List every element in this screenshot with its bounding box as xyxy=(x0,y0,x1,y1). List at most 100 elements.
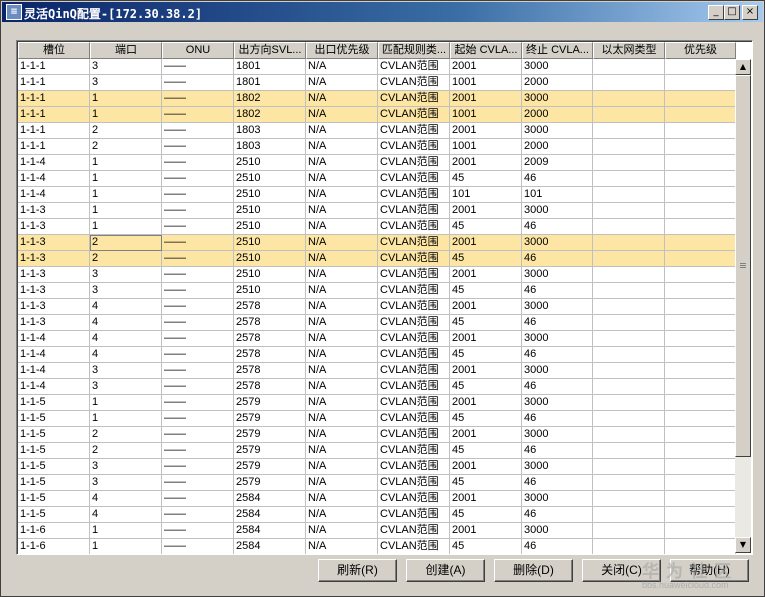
table-cell[interactable]: —— xyxy=(162,251,234,267)
table-cell[interactable]: 1-1-5 xyxy=(18,427,90,443)
table-cell[interactable] xyxy=(665,75,736,91)
table-cell[interactable]: 46 xyxy=(522,507,593,523)
table-cell[interactable]: 1-1-5 xyxy=(18,395,90,411)
table-row[interactable]: 1-1-5 1 —— 2579 N/A CVLAN范围 45 46 xyxy=(18,411,736,427)
table-cell[interactable]: 2510 xyxy=(234,171,306,187)
scroll-up-button[interactable]: ▲ xyxy=(735,59,751,75)
table-cell[interactable] xyxy=(593,283,665,299)
table-cell[interactable]: 4 xyxy=(90,347,162,363)
table-cell[interactable]: 2000 xyxy=(522,75,593,91)
table-cell[interactable] xyxy=(593,459,665,475)
table-cell[interactable]: —— xyxy=(162,123,234,139)
table-cell[interactable]: 3000 xyxy=(522,203,593,219)
table-cell[interactable]: 46 xyxy=(522,283,593,299)
table-cell[interactable]: CVLAN范围 xyxy=(378,59,450,75)
column-header[interactable]: 起始 CVLA... xyxy=(450,42,522,59)
table-cell[interactable]: N/A xyxy=(306,235,378,251)
table-cell[interactable]: 46 xyxy=(522,539,593,554)
table-cell[interactable]: N/A xyxy=(306,203,378,219)
table-cell[interactable]: 4 xyxy=(90,491,162,507)
column-header[interactable]: ONU xyxy=(162,42,234,59)
table-cell[interactable]: 1-1-1 xyxy=(18,139,90,155)
table-cell[interactable]: 3000 xyxy=(522,331,593,347)
table-row[interactable]: 1-1-5 3 —— 2579 N/A CVLAN范围 45 46 xyxy=(18,475,736,491)
table-cell[interactable]: —— xyxy=(162,203,234,219)
table-row[interactable]: 1-1-1 2 —— 1803 N/A CVLAN范围 1001 2000 xyxy=(18,139,736,155)
table-cell[interactable]: 2584 xyxy=(234,491,306,507)
table-cell[interactable]: —— xyxy=(162,155,234,171)
table-cell[interactable]: 46 xyxy=(522,347,593,363)
table-row[interactable]: 1-1-1 3 —— 1801 N/A CVLAN范围 1001 2000 xyxy=(18,75,736,91)
title-bar[interactable]: ≡ 灵活QinQ配置-[172.30.38.2] _ □ × xyxy=(2,2,763,22)
table-cell[interactable]: 3000 xyxy=(522,59,593,75)
table-cell[interactable] xyxy=(665,107,736,123)
table-cell[interactable]: —— xyxy=(162,395,234,411)
table-cell[interactable] xyxy=(593,219,665,235)
delete-button[interactable]: 删除(D) xyxy=(494,559,573,582)
table-cell[interactable]: CVLAN范围 xyxy=(378,299,450,315)
table-cell[interactable]: CVLAN范围 xyxy=(378,443,450,459)
table-cell[interactable]: 3 xyxy=(90,475,162,491)
table-row[interactable]: 1-1-4 1 —— 2510 N/A CVLAN范围 45 46 xyxy=(18,171,736,187)
table-cell[interactable]: 2001 xyxy=(450,155,522,171)
table-row[interactable]: 1-1-3 3 —— 2510 N/A CVLAN范围 45 46 xyxy=(18,283,736,299)
table-cell[interactable]: 2579 xyxy=(234,395,306,411)
table-cell[interactable]: CVLAN范围 xyxy=(378,523,450,539)
table-cell[interactable]: 3000 xyxy=(522,523,593,539)
table-cell[interactable] xyxy=(665,523,736,539)
table-cell[interactable]: 2001 xyxy=(450,299,522,315)
table-cell[interactable]: 46 xyxy=(522,411,593,427)
table-cell[interactable]: 1-1-3 xyxy=(18,267,90,283)
table-cell[interactable]: CVLAN范围 xyxy=(378,347,450,363)
table-cell[interactable]: 1 xyxy=(90,539,162,554)
table-cell[interactable]: 2000 xyxy=(522,139,593,155)
table-cell[interactable]: 2001 xyxy=(450,91,522,107)
table-cell[interactable]: 3000 xyxy=(522,299,593,315)
table-cell[interactable] xyxy=(593,395,665,411)
table-cell[interactable]: 1 xyxy=(90,395,162,411)
table-cell[interactable]: 2510 xyxy=(234,203,306,219)
table-cell[interactable]: 2510 xyxy=(234,219,306,235)
table-cell[interactable] xyxy=(665,139,736,155)
minimize-button[interactable]: _ xyxy=(708,5,724,20)
table-cell[interactable]: —— xyxy=(162,363,234,379)
table-cell[interactable] xyxy=(665,267,736,283)
table-cell[interactable]: N/A xyxy=(306,331,378,347)
table-row[interactable]: 1-1-5 1 —— 2579 N/A CVLAN范围 2001 3000 xyxy=(18,395,736,411)
table-cell[interactable]: 2001 xyxy=(450,123,522,139)
table-cell[interactable] xyxy=(593,155,665,171)
table-cell[interactable] xyxy=(593,59,665,75)
table-cell[interactable]: N/A xyxy=(306,411,378,427)
column-header[interactable]: 优先级 xyxy=(665,42,736,59)
table-cell[interactable]: CVLAN范围 xyxy=(378,395,450,411)
table-cell[interactable]: 2578 xyxy=(234,379,306,395)
table-cell[interactable]: 2001 xyxy=(450,427,522,443)
table-cell[interactable] xyxy=(593,331,665,347)
table-cell[interactable]: 45 xyxy=(450,475,522,491)
table-cell[interactable]: 2578 xyxy=(234,299,306,315)
table-row[interactable]: 1-1-4 4 —— 2578 N/A CVLAN范围 45 46 xyxy=(18,347,736,363)
table-cell[interactable] xyxy=(665,283,736,299)
table-cell[interactable]: 1-1-4 xyxy=(18,331,90,347)
table-cell[interactable]: CVLAN范围 xyxy=(378,203,450,219)
table-cell[interactable] xyxy=(593,443,665,459)
table-cell[interactable]: CVLAN范围 xyxy=(378,107,450,123)
table-cell[interactable]: 2584 xyxy=(234,523,306,539)
table-cell[interactable]: 45 xyxy=(450,283,522,299)
table-cell[interactable]: —— xyxy=(162,331,234,347)
table-cell[interactable]: CVLAN范围 xyxy=(378,475,450,491)
table-cell[interactable] xyxy=(593,171,665,187)
table-row[interactable]: 1-1-4 3 —— 2578 N/A CVLAN范围 45 46 xyxy=(18,379,736,395)
table-cell[interactable]: 2579 xyxy=(234,459,306,475)
table-cell[interactable]: —— xyxy=(162,59,234,75)
table-cell[interactable]: CVLAN范围 xyxy=(378,139,450,155)
table-cell[interactable] xyxy=(665,395,736,411)
table-cell[interactable]: 1-1-5 xyxy=(18,491,90,507)
table-cell[interactable]: 1001 xyxy=(450,75,522,91)
table-cell[interactable] xyxy=(593,523,665,539)
table-cell[interactable]: 1802 xyxy=(234,107,306,123)
table-cell[interactable]: 2578 xyxy=(234,363,306,379)
table-cell[interactable] xyxy=(593,427,665,443)
table-cell[interactable]: 2510 xyxy=(234,235,306,251)
table-row[interactable]: 1-1-6 1 —— 2584 N/A CVLAN范围 45 46 xyxy=(18,539,736,554)
